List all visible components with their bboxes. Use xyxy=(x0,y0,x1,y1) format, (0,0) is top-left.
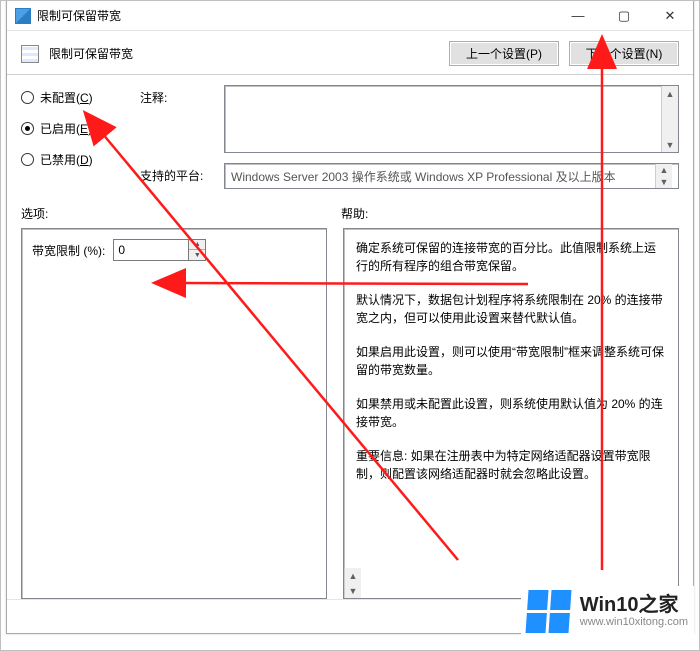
minimize-button[interactable]: — xyxy=(555,1,601,31)
scroll-down-icon[interactable]: ▼ xyxy=(346,583,361,598)
help-panel: 确定系统可保留的连接带宽的百分比。此值限制系统上运行的所有程序的组合带宽保留。 … xyxy=(343,228,679,599)
comment-label: 注释: xyxy=(140,85,214,106)
scrollbar[interactable]: ▲ ▼ xyxy=(655,164,672,188)
help-paragraph: 重要信息: 如果在注册表中为特定网络适配器设置带宽限制，则配置该网络适配器时就会… xyxy=(356,447,666,483)
scrollbar[interactable]: ▲ ▼ xyxy=(344,568,361,598)
bandwidth-limit-spinner[interactable]: ▲ ▼ xyxy=(113,239,206,261)
scroll-up-icon[interactable]: ▲ xyxy=(657,164,672,176)
help-heading: 帮助: xyxy=(341,205,679,222)
watermark-brand: Win10之家 xyxy=(580,594,688,616)
watermark-url: www.win10xitong.com xyxy=(580,616,688,628)
radio-icon xyxy=(21,91,34,104)
watermark: Win10之家 www.win10xitong.com xyxy=(521,586,694,637)
help-paragraph: 如果禁用或未配置此设置，则系统使用默认值为 20% 的连接带宽。 xyxy=(356,395,666,431)
help-paragraph: 如果启用此设置，则可以使用“带宽限制”框来调整系统可保留的带宽数量。 xyxy=(356,343,666,379)
maximize-button[interactable]: ▢ xyxy=(601,1,647,31)
titlebar: 限制可保留带宽 — ▢ ✕ xyxy=(7,1,693,31)
next-setting-button[interactable]: 下一个设置(N) xyxy=(569,41,679,66)
prev-setting-label: 上一个设置(P) xyxy=(466,47,542,61)
radio-disabled[interactable]: 已禁用(D) xyxy=(21,151,126,168)
platform-label: 支持的平台: xyxy=(140,163,214,184)
bandwidth-limit-label: 带宽限制 (%): xyxy=(32,242,105,259)
help-content: 确定系统可保留的连接带宽的百分比。此值限制系统上运行的所有程序的组合带宽保留。 … xyxy=(344,229,678,568)
toolbar-title: 限制可保留带宽 xyxy=(49,45,439,62)
scroll-up-icon[interactable]: ▲ xyxy=(346,568,361,583)
dialog-body: 未配置(C) 已启用(E) 已禁用(D) 注释: ▲ xyxy=(7,85,693,599)
next-setting-label: 下一个设置(N) xyxy=(586,47,663,61)
options-heading: 选项: xyxy=(21,205,341,222)
radio-column: 未配置(C) 已启用(E) 已禁用(D) xyxy=(21,85,126,189)
spin-down-icon[interactable]: ▼ xyxy=(189,250,205,260)
radio-not-configured[interactable]: 未配置(C) xyxy=(21,89,126,106)
policy-icon xyxy=(21,45,39,63)
watermark-text: Win10之家 www.win10xitong.com xyxy=(580,594,688,628)
windows-logo-icon xyxy=(525,590,571,633)
radio-icon xyxy=(21,153,34,166)
radio-label: 已禁用(D) xyxy=(40,151,93,168)
scroll-down-icon[interactable]: ▼ xyxy=(657,176,672,188)
panels: 带宽限制 (%): ▲ ▼ 确定系统可保留的连接带宽的百分比。此值限制系统上运行… xyxy=(21,228,679,599)
spin-up-icon[interactable]: ▲ xyxy=(189,240,205,250)
bandwidth-limit-row: 带宽限制 (%): ▲ ▼ xyxy=(32,239,316,261)
close-button[interactable]: ✕ xyxy=(647,1,693,31)
dialog-window: 限制可保留带宽 — ▢ ✕ 限制可保留带宽 上一个设置(P) 下一个设置(N) … xyxy=(6,0,694,634)
platform-box: Windows Server 2003 操作系统或 Windows XP Pro… xyxy=(224,163,679,189)
top-row: 未配置(C) 已启用(E) 已禁用(D) 注释: ▲ xyxy=(21,85,679,189)
divider xyxy=(7,74,693,75)
scroll-down-icon[interactable]: ▼ xyxy=(663,137,678,152)
right-column: 注释: ▲ ▼ 支持的平台: Windows Server 2003 操作系统或… xyxy=(140,85,679,189)
scroll-up-icon[interactable]: ▲ xyxy=(663,86,678,101)
help-paragraph: 默认情况下，数据包计划程序将系统限制在 20% 的连接带宽之内，但可以使用此设置… xyxy=(356,291,666,327)
help-paragraph: 确定系统可保留的连接带宽的百分比。此值限制系统上运行的所有程序的组合带宽保留。 xyxy=(356,239,666,275)
options-panel: 带宽限制 (%): ▲ ▼ xyxy=(21,228,327,599)
section-labels: 选项: 帮助: xyxy=(21,205,679,222)
bandwidth-limit-input[interactable] xyxy=(114,240,188,260)
window-title: 限制可保留带宽 xyxy=(37,7,555,24)
radio-enabled[interactable]: 已启用(E) xyxy=(21,120,126,137)
platform-row: 支持的平台: Windows Server 2003 操作系统或 Windows… xyxy=(140,163,679,189)
spinner-buttons: ▲ ▼ xyxy=(188,240,205,260)
toolbar: 限制可保留带宽 上一个设置(P) 下一个设置(N) xyxy=(7,31,693,72)
prev-setting-button[interactable]: 上一个设置(P) xyxy=(449,41,559,66)
scrollbar[interactable]: ▲ ▼ xyxy=(661,86,678,152)
app-icon xyxy=(15,8,31,24)
platform-text: Windows Server 2003 操作系统或 Windows XP Pro… xyxy=(231,168,655,185)
radio-label: 已启用(E) xyxy=(40,120,92,137)
comment-row: 注释: ▲ ▼ xyxy=(140,85,679,153)
radio-icon xyxy=(21,122,34,135)
radio-label: 未配置(C) xyxy=(40,89,93,106)
window-buttons: — ▢ ✕ xyxy=(555,1,693,31)
comment-textarea[interactable]: ▲ ▼ xyxy=(224,85,679,153)
